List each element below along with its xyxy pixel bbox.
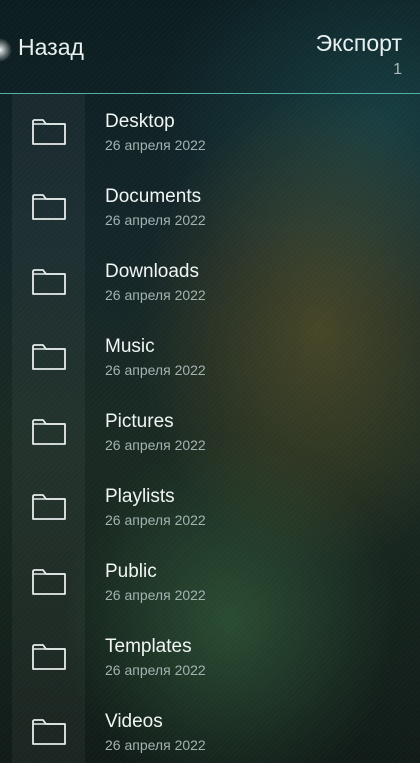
folder-date: 26 апреля 2022 [105, 362, 206, 378]
folder-name: Desktop [105, 111, 175, 132]
list-item[interactable]: Documents 26 апреля 2022 [0, 169, 420, 244]
back-indicator-glow [0, 38, 12, 62]
folder-date: 26 апреля 2022 [105, 587, 206, 603]
folder-date: 26 апреля 2022 [105, 212, 206, 228]
folder-icon-tile [12, 94, 85, 169]
folder-icon [32, 269, 66, 295]
folder-name: Playlists [105, 486, 175, 507]
folder-date: 26 апреля 2022 [105, 287, 206, 303]
list-item[interactable]: Playlists 26 апреля 2022 [0, 469, 420, 544]
folder-date: 26 апреля 2022 [105, 662, 206, 678]
folder-name: Music [105, 336, 155, 357]
folder-icon-tile [12, 394, 85, 469]
folder-icon-tile [12, 619, 85, 694]
folder-name: Videos [105, 711, 163, 732]
list-item[interactable]: Desktop 26 апреля 2022 [0, 94, 420, 169]
list-item[interactable]: Downloads 26 апреля 2022 [0, 244, 420, 319]
folder-icon-tile [12, 319, 85, 394]
folder-icon [32, 494, 66, 520]
folder-icon [32, 644, 66, 670]
page-header: Назад Экспорт 1 [0, 0, 420, 94]
folder-name: Downloads [105, 261, 199, 282]
folder-icon-tile [12, 694, 85, 763]
list-item[interactable]: Music 26 апреля 2022 [0, 319, 420, 394]
folder-name: Templates [105, 636, 192, 657]
back-button[interactable]: Назад [18, 34, 84, 61]
folder-date: 26 апреля 2022 [105, 437, 206, 453]
folder-icon-tile [12, 469, 85, 544]
folder-name: Documents [105, 186, 202, 207]
folder-list: Desktop 26 апреля 2022 Documents 26 апре… [0, 94, 420, 763]
selected-count: 1 [393, 61, 402, 78]
folder-name: Pictures [105, 411, 174, 432]
folder-icon [32, 419, 66, 445]
folder-icon-tile [12, 544, 85, 619]
file-picker-screen: Назад Экспорт 1 Desktop 26 апреля 2022 D… [0, 0, 420, 763]
list-item[interactable]: Public 26 апреля 2022 [0, 544, 420, 619]
folder-icon [32, 569, 66, 595]
folder-icon [32, 194, 66, 220]
folder-date: 26 апреля 2022 [105, 737, 206, 753]
folder-icon [32, 119, 66, 145]
list-item[interactable]: Templates 26 апреля 2022 [0, 619, 420, 694]
list-item[interactable]: Pictures 26 апреля 2022 [0, 394, 420, 469]
folder-date: 26 апреля 2022 [105, 137, 206, 153]
folder-icon [32, 344, 66, 370]
folder-name: Public [105, 561, 157, 582]
folder-icon-tile [12, 244, 85, 319]
folder-icon-tile [12, 169, 85, 244]
export-button-label: Экспорт [315, 30, 402, 56]
export-button[interactable]: Экспорт 1 [316, 30, 402, 79]
folder-icon [32, 719, 66, 745]
list-item[interactable]: Videos 26 апреля 2022 [0, 694, 420, 763]
folder-date: 26 апреля 2022 [105, 512, 206, 528]
